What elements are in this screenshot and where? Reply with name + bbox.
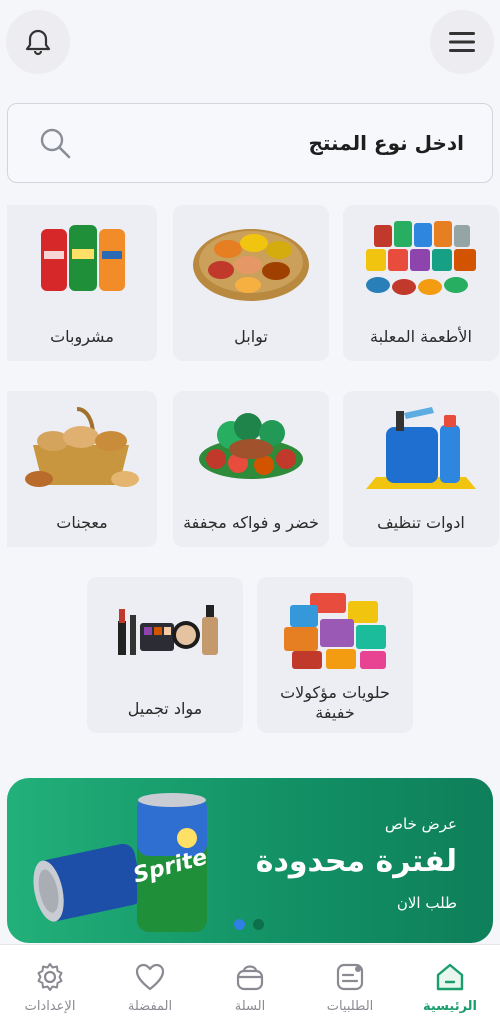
pastries-image <box>25 407 139 487</box>
vegetables-fruits-image <box>199 413 303 479</box>
category-card-drinks[interactable]: مشروبات <box>7 205 157 361</box>
category-label: معجنات <box>56 513 108 532</box>
orders-icon <box>336 963 364 991</box>
menu-icon <box>449 32 475 52</box>
category-card-sweets[interactable]: حلويات مؤكولات خفيفة <box>257 577 413 733</box>
category-label: مشروبات <box>50 327 114 346</box>
carousel-dots <box>234 919 264 930</box>
notifications-button[interactable] <box>6 10 70 74</box>
category-card-vegetables[interactable]: خضر و فواكه مجففة <box>173 391 329 547</box>
home-icon <box>436 963 464 991</box>
nav-label: السلة <box>234 999 266 1014</box>
category-card-spices[interactable]: توابل <box>173 205 329 361</box>
search-input[interactable] <box>164 131 464 155</box>
carousel-dot[interactable] <box>253 919 264 930</box>
nav-label: الطلبيات <box>326 999 374 1014</box>
gear-icon <box>37 963 63 991</box>
bell-icon <box>25 29 51 56</box>
banner-kicker: عرض خاص <box>384 815 457 833</box>
nav-label: الإعدادات <box>24 999 76 1014</box>
nav-orders[interactable]: الطلبيات <box>300 945 400 1024</box>
carousel-dot[interactable] <box>234 919 245 930</box>
search-icon[interactable] <box>38 126 72 160</box>
banner-cta[interactable]: طلب الان <box>397 894 457 912</box>
cosmetics-image <box>118 605 218 655</box>
promo-banner[interactable]: Sprite عرض خاص لفترة محدودة طلب الان <box>7 778 493 943</box>
category-label: خضر و فواكه مجففة <box>183 513 319 532</box>
category-card-cosmetics[interactable]: مواد تجميل <box>87 577 243 733</box>
category-card-pastries[interactable]: معجنات <box>7 391 157 547</box>
basket-icon <box>236 965 264 991</box>
category-label: حلويات مؤكولات خفيفة <box>280 683 390 722</box>
category-label: ادوات تنظيف <box>377 513 465 532</box>
banner-title: لفترة محدودة <box>255 844 457 879</box>
category-label: مواد تجميل <box>127 699 203 718</box>
category-label: توابل <box>234 327 268 346</box>
drinks-image <box>41 225 125 291</box>
nav-label: الرئيسية <box>422 999 478 1014</box>
soda-can-image: Sprite <box>33 793 210 932</box>
cleaning-supplies-image <box>366 407 476 489</box>
nav-home[interactable]: الرئيسية <box>400 945 500 1024</box>
canned-food-image <box>366 221 476 295</box>
nav-settings[interactable]: الإعدادات <box>0 945 100 1024</box>
spices-image <box>193 229 309 301</box>
menu-button[interactable] <box>430 10 494 74</box>
search-bar[interactable] <box>7 103 493 183</box>
nav-label: المفضلة <box>127 999 173 1014</box>
category-card-cleaning[interactable]: ادوات تنظيف <box>343 391 499 547</box>
category-card-canned-food[interactable]: الأطعمة المعلبة <box>343 205 499 361</box>
category-label: الأطعمة المعلبة <box>370 327 472 346</box>
heart-icon <box>135 963 165 991</box>
top-bar <box>0 0 500 90</box>
nav-favorites[interactable]: المفضلة <box>100 945 200 1024</box>
nav-basket[interactable]: السلة <box>200 945 300 1024</box>
sweets-snacks-image <box>284 593 386 669</box>
bottom-nav: الرئيسية الطلبيات السلة المفضلة الإعدادا… <box>0 944 500 1024</box>
